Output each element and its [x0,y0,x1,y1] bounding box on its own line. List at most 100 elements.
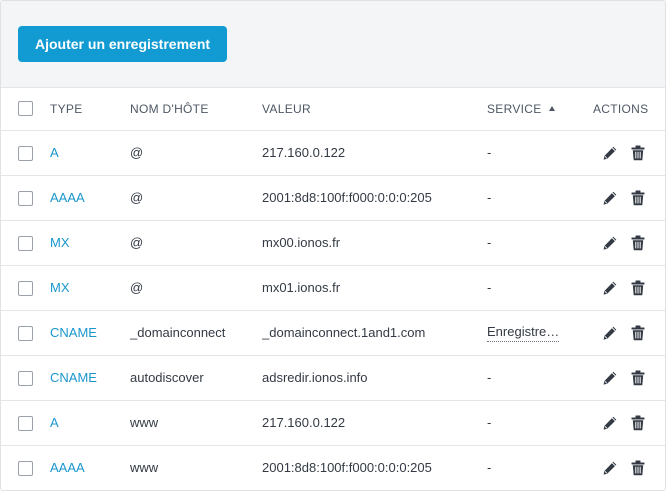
service-link[interactable]: Enregistre… [487,324,560,342]
select-all-checkbox[interactable] [18,101,33,117]
table-row: CNAME _domainconnect _domainconnect.1and… [1,310,665,356]
trash-icon[interactable] [629,414,647,432]
header-select-all [1,88,50,131]
row-checkbox[interactable] [18,460,33,476]
service-cell: - [487,175,593,221]
trash-icon[interactable] [629,234,647,252]
pencil-icon[interactable] [601,279,619,297]
actions-cell [593,400,665,446]
record-type-link[interactable]: CNAME [50,325,97,340]
record-type-link[interactable]: AAAA [50,460,85,475]
trash-icon[interactable] [629,189,647,207]
header-actions: ACTIONS [593,88,665,131]
type-cell: CNAME [50,355,130,401]
actions-cell [593,220,665,266]
trash-icon[interactable] [629,459,647,477]
header-host[interactable]: NOM D'HÔTE [130,88,262,131]
host-cell: www [130,460,159,476]
pencil-icon[interactable] [601,189,619,207]
row-select-cell [1,265,50,311]
header-service[interactable]: SERVICE [487,102,542,116]
record-type-link[interactable]: A [50,415,59,430]
pencil-icon[interactable] [601,414,619,432]
value-cell: mx01.ionos.fr [262,265,487,311]
row-checkbox[interactable] [18,325,33,341]
service-cell: - [487,355,593,401]
record-type-link[interactable]: MX [50,280,70,295]
service-cell: - [487,445,593,490]
actions-cell [593,310,665,356]
host-cell: autodiscover [130,355,262,401]
pencil-icon[interactable] [601,459,619,477]
service-cell: - [487,130,593,176]
record-type-link[interactable]: AAAA [50,190,85,205]
service-cell: Enregistre… [487,310,593,356]
add-record-button[interactable]: Ajouter un enregistrement [18,26,228,62]
service-cell: - [487,265,593,311]
trash-icon[interactable] [629,279,647,297]
pencil-icon[interactable] [601,324,619,342]
type-cell: MX [50,220,130,266]
host-cell: @ [130,265,262,311]
table-row: AAAA www 2001:8d8:100f:f000:0:0:0:205 - [1,445,665,490]
record-type-link[interactable]: CNAME [50,370,97,385]
type-cell: CNAME [50,310,130,356]
value-cell: 217.160.0.122 [262,400,487,446]
value-cell: mx00.ionos.fr [262,220,487,266]
value-cell: 2001:8d8:100f:f000:0:0:0:205 [262,460,432,476]
type-cell: AAAA [50,445,130,490]
row-checkbox[interactable] [18,370,33,386]
row-checkbox[interactable] [18,415,33,431]
service-text: - [487,235,492,250]
trash-icon[interactable] [629,144,647,162]
service-cell: - [487,400,593,446]
record-type-link[interactable]: MX [50,235,70,250]
dns-records-table: TYPE NOM D'HÔTE VALEUR SERVICE ACTIONS A… [1,88,665,490]
header-service-cell[interactable]: SERVICE [487,88,593,131]
row-actions [593,189,665,207]
row-actions [593,279,665,297]
type-cell: A [50,130,130,176]
header-type[interactable]: TYPE [50,88,130,131]
row-checkbox[interactable] [18,190,33,206]
table-body: A @ 217.160.0.122 - AAAA @ 2001:8d8:100f… [1,130,665,490]
row-checkbox[interactable] [18,235,33,251]
header-value[interactable]: VALEUR [262,88,487,131]
row-actions [593,414,665,432]
row-select-cell [1,355,50,401]
row-select-cell [1,310,50,356]
record-type-link[interactable]: A [50,145,59,160]
host-cell: @ [130,130,262,176]
row-select-cell [1,445,50,490]
pencil-icon[interactable] [601,369,619,387]
trash-icon[interactable] [629,369,647,387]
service-text: - [487,145,492,160]
actions-cell [593,130,665,176]
row-select-cell [1,175,50,221]
value-cell: adsredir.ionos.info [262,355,487,401]
table-row: MX @ mx00.ionos.fr - [1,220,665,266]
row-actions [593,369,665,387]
row-checkbox[interactable] [18,280,33,296]
pencil-icon[interactable] [601,144,619,162]
row-actions [593,459,665,477]
service-text: - [487,370,492,385]
table-row: CNAME autodiscover adsredir.ionos.info - [1,355,665,401]
service-text: - [487,460,492,476]
row-actions [593,234,665,252]
sort-ascending-icon [548,105,555,111]
host-cell: @ [130,175,262,221]
table-row: A @ 217.160.0.122 - [1,130,665,176]
row-checkbox[interactable] [18,145,33,161]
row-select-cell [1,220,50,266]
pencil-icon[interactable] [601,234,619,252]
host-cell: _domainconnect [130,310,262,356]
table-header-row: TYPE NOM D'HÔTE VALEUR SERVICE ACTIONS [1,88,665,131]
trash-icon[interactable] [629,324,647,342]
actions-cell [593,265,665,311]
service-text: - [487,280,492,295]
toolbar: Ajouter un enregistrement [1,1,665,88]
type-cell: MX [50,265,130,311]
row-actions [593,324,665,342]
row-select-cell [1,130,50,176]
